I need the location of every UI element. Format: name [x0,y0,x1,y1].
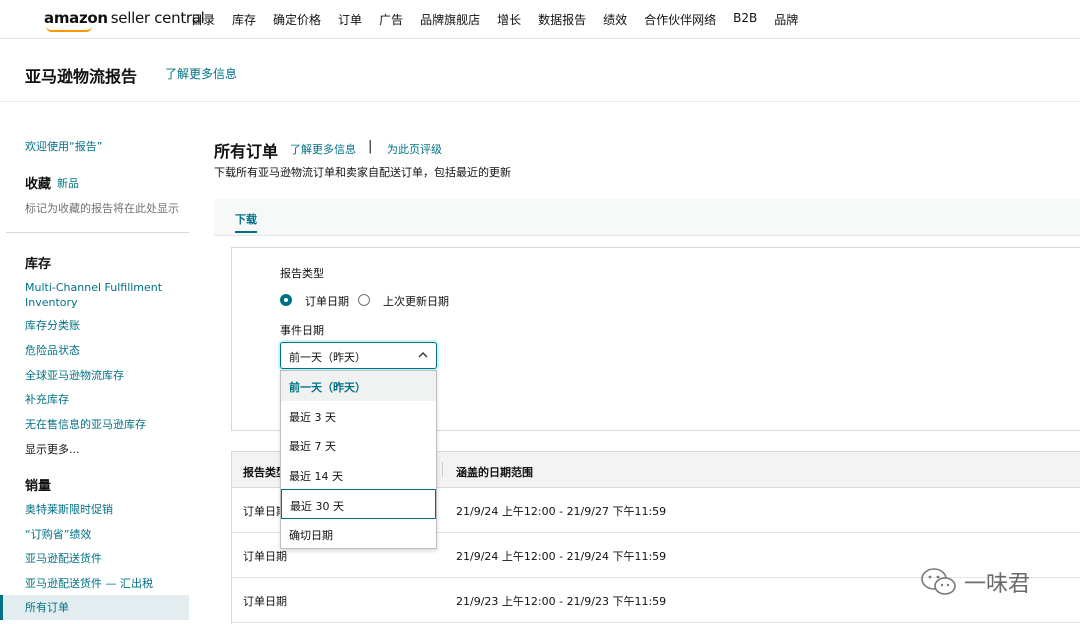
seller-central-logo[interactable]: amazon seller central [44,9,205,32]
sidebar-item-stranded-inventory[interactable]: 无在售信息的亚马逊库存 [25,417,146,432]
nav-b2b[interactable]: B2B [733,11,757,28]
nav-catalog[interactable]: 目录 [191,11,215,28]
page-title: 亚马逊物流报告 [25,67,138,86]
main-menu: 目录 库存 确定价格 订单 广告 品牌旗舰店 增长 数据报告 绩效 合作伙伴网络… [191,11,815,28]
radio-order-date-label[interactable]: 订单日期 [305,293,349,309]
nav-brands[interactable]: 品牌 [774,11,798,28]
radio-last-update-date-label[interactable]: 上次更新日期 [383,293,449,309]
dropdown-option-last-3-days[interactable]: 最近 3 天 [281,401,436,431]
watermark-text: 一味君 [964,572,1031,597]
sidebar-item-fba-shipments[interactable]: 亚马逊配送货件 [25,551,102,566]
logo-amazon: amazon [44,9,108,27]
nav-partner-network[interactable]: 合作伙伴网络 [644,11,716,28]
sidebar-welcome-link[interactable]: 欢迎使用“报告” [25,139,102,154]
tab-active-indicator [235,231,257,233]
nav-reports[interactable]: 数据报告 [538,11,586,28]
event-date-select[interactable]: 前一天（昨天） [280,342,437,369]
chevron-up-icon [418,352,428,358]
watermark: 一味君 [920,566,1030,598]
nav-inventory[interactable]: 库存 [232,11,256,28]
sidebar-item-all-orders[interactable]: 所有订单 [25,600,69,615]
radio-order-date[interactable] [280,294,292,306]
radio-last-update-date[interactable] [358,294,370,306]
rate-page-link[interactable]: 为此页评级 [387,141,442,157]
sidebar-item-mcf-inventory[interactable]: Multi-Channel Fulfillment Inventory [25,280,162,310]
sidebar-favorites-new-badge: 新品 [57,177,79,190]
dropdown-option-yesterday[interactable]: 前一天（昨天） [281,371,436,401]
cell-report-type: 订单日期 [243,550,287,563]
sidebar-show-more[interactable]: 显示更多... [25,442,80,457]
report-title: 所有订单 [214,142,279,161]
nav-performance[interactable]: 绩效 [603,11,627,28]
nav-advertising[interactable]: 广告 [379,11,403,28]
cell-date-range: 21/9/24 上午12:00 - 21/9/24 下午11:59 [456,550,667,563]
tab-download[interactable]: 下载 [235,211,257,227]
report-learn-more-link[interactable]: 了解更多信息 [290,141,356,157]
sidebar-inventory-heading: 库存 [25,257,52,272]
sidebar-divider [6,232,189,233]
sidebar-item-subscribe-save[interactable]: “订购省”绩效 [25,527,91,542]
nav-stores[interactable]: 品牌旗舰店 [420,11,480,28]
amazon-smile-icon [46,26,92,32]
tab-bar [214,199,1080,236]
dropdown-option-last-30-days[interactable]: 最近 30 天 [281,489,436,519]
link-separator: | [368,139,373,154]
wechat-icon [921,568,956,595]
sidebar-item-outlet-deals[interactable]: 奥特莱斯限时促销 [25,502,113,517]
sidebar-favorites-hint: 标记为收藏的报告将在此处显示 [25,202,179,215]
sidebar-sales-heading: 销量 [25,479,52,494]
report-type-label: 报告类型 [280,267,324,280]
nav-pricing[interactable]: 确定价格 [273,11,321,28]
report-description: 下载所有亚马逊物流订单和卖家自配送订单，包括最近的更新 [214,166,511,179]
sidebar-item-global-fba-inventory[interactable]: 全球亚马逊物流库存 [25,368,124,383]
event-date-select-value: 前一天（昨天） [289,351,366,364]
dropdown-option-exact-date[interactable]: 确切日期 [281,519,436,549]
sidebar-item-label: Inventory [25,296,78,309]
cell-report-type: 订单日期 [243,595,287,608]
event-date-dropdown: 前一天（昨天） 最近 3 天 最近 7 天 最近 14 天 最近 30 天 确切… [280,370,437,549]
cell-date-range: 21/9/24 上午12:00 - 21/9/27 下午11:59 [456,505,667,518]
sidebar-item-dangerous-goods[interactable]: 危险品状态 [25,343,80,358]
dropdown-option-last-14-days[interactable]: 最近 14 天 [281,460,436,490]
page-learn-more-link[interactable]: 了解更多信息 [165,65,237,82]
column-header-date-range: 涵盖的日期范围 [456,466,533,479]
sidebar-favorites-heading: 收藏 [25,177,52,192]
nav-growth[interactable]: 增长 [497,11,521,28]
sidebar-item-inventory-ledger[interactable]: 库存分类账 [25,318,80,333]
dropdown-option-last-7-days[interactable]: 最近 7 天 [281,430,436,460]
top-navigation-bar: amazon seller central 目录 库存 确定价格 订单 广告 品牌… [0,0,1080,39]
page-header: 亚马逊物流报告 了解更多信息 [0,40,1080,102]
nav-orders[interactable]: 订单 [338,11,362,28]
sidebar-item-restock[interactable]: 补充库存 [25,392,69,407]
sidebar-item-label: Multi-Channel Fulfillment [25,281,163,294]
event-date-label: 事件日期 [280,324,324,337]
sidebar-item-fba-shipments-tax[interactable]: 亚马逊配送货件 — 汇出税 [25,576,153,591]
cell-date-range: 21/9/23 上午12:00 - 21/9/23 下午11:59 [456,595,667,608]
column-divider [442,462,443,477]
